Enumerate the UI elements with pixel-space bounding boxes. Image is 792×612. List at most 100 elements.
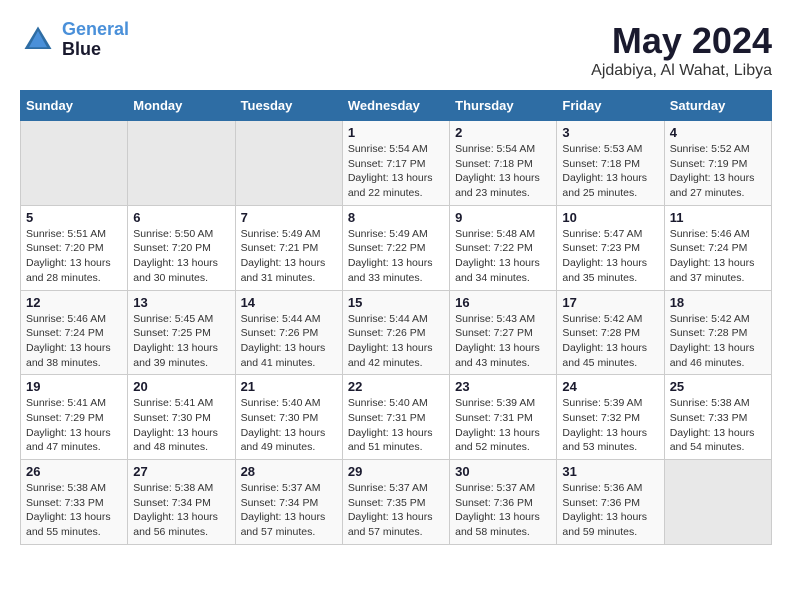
calendar-cell: 13 Sunrise: 5:45 AMSunset: 7:25 PMDayligh… [128, 290, 235, 375]
calendar-cell: 8Sunrise: 5:49 AMSunset: 7:22 PMDaylight… [342, 205, 449, 290]
calendar-cell: 21 Sunrise: 5:40 AMSunset: 7:30 PMDayligh… [235, 375, 342, 460]
day-info: Sunrise: 5:40 AMSunset: 7:31 PMDaylight:… [348, 396, 444, 455]
calendar-cell: 20Sunrise: 5:41 AMSunset: 7:30 PMDayligh… [128, 375, 235, 460]
day-number: 18 [670, 295, 766, 310]
day-info: Sunrise: 5:54 AMSunset: 7:18 PMDaylight:… [455, 142, 551, 201]
day-info: Sunrise: 5:40 AMSunset: 7:30 PMDaylight:… [241, 396, 337, 455]
day-info: Sunrise: 5:44 AMSunset: 7:26 PMDaylight:… [241, 312, 337, 371]
calendar-cell: 16Sunrise: 5:43 AMSunset: 7:27 PMDayligh… [450, 290, 557, 375]
day-number: 11 [670, 210, 766, 225]
logo: General Blue [20, 20, 129, 60]
day-number: 27 [133, 464, 229, 479]
calendar-header-row: SundayMondayTuesdayWednesdayThursdayFrid… [21, 91, 772, 121]
day-number: 17 [562, 295, 658, 310]
calendar-cell: 9 Sunrise: 5:48 AMSunset: 7:22 PMDaylight… [450, 205, 557, 290]
calendar-cell: 30 Sunrise: 5:37 AMSunset: 7:36 PMDayligh… [450, 460, 557, 545]
day-info: Sunrise: 5:51 AMSunset: 7:20 PMDaylight:… [26, 227, 122, 286]
day-info: Sunrise: 5:54 AMSunset: 7:17 PMDaylight:… [348, 142, 444, 201]
calendar-cell: 1 Sunrise: 5:54 AMSunset: 7:17 PMDaylight… [342, 121, 449, 206]
day-number: 13 [133, 295, 229, 310]
calendar-cell [664, 460, 771, 545]
day-number: 24 [562, 379, 658, 394]
day-info: Sunrise: 5:44 AMSunset: 7:26 PMDaylight:… [348, 312, 444, 371]
day-info: Sunrise: 5:38 AMSunset: 7:34 PMDaylight:… [133, 481, 229, 540]
calendar-cell: 7 Sunrise: 5:49 AMSunset: 7:21 PMDaylight… [235, 205, 342, 290]
day-info: Sunrise: 5:49 AMSunset: 7:22 PMDaylight:… [348, 227, 444, 286]
calendar-week-3: 12 Sunrise: 5:46 AMSunset: 7:24 PMDayligh… [21, 290, 772, 375]
day-number: 19 [26, 379, 122, 394]
calendar-cell: 18Sunrise: 5:42 AMSunset: 7:28 PMDayligh… [664, 290, 771, 375]
day-info: Sunrise: 5:36 AMSunset: 7:36 PMDaylight:… [562, 481, 658, 540]
title-block: May 2024 Ajdabiya, Al Wahat, Libya [591, 20, 772, 80]
calendar-week-2: 5Sunrise: 5:51 AMSunset: 7:20 PMDaylight… [21, 205, 772, 290]
day-number: 12 [26, 295, 122, 310]
day-header-monday: Monday [128, 91, 235, 121]
calendar-cell: 31 Sunrise: 5:36 AMSunset: 7:36 PMDayligh… [557, 460, 664, 545]
calendar-cell: 29Sunrise: 5:37 AMSunset: 7:35 PMDayligh… [342, 460, 449, 545]
day-number: 7 [241, 210, 337, 225]
day-number: 10 [562, 210, 658, 225]
day-number: 1 [348, 125, 444, 140]
day-info: Sunrise: 5:38 AMSunset: 7:33 PMDaylight:… [670, 396, 766, 455]
day-info: Sunrise: 5:39 AMSunset: 7:31 PMDaylight:… [455, 396, 551, 455]
calendar-cell: 12 Sunrise: 5:46 AMSunset: 7:24 PMDayligh… [21, 290, 128, 375]
day-info: Sunrise: 5:38 AMSunset: 7:33 PMDaylight:… [26, 481, 122, 540]
calendar-cell: 10Sunrise: 5:47 AMSunset: 7:23 PMDayligh… [557, 205, 664, 290]
day-info: Sunrise: 5:42 AMSunset: 7:28 PMDaylight:… [562, 312, 658, 371]
day-number: 30 [455, 464, 551, 479]
calendar-cell: 4 Sunrise: 5:52 AMSunset: 7:19 PMDaylight… [664, 121, 771, 206]
day-number: 31 [562, 464, 658, 479]
day-info: Sunrise: 5:46 AMSunset: 7:24 PMDaylight:… [26, 312, 122, 371]
calendar-cell: 15Sunrise: 5:44 AMSunset: 7:26 PMDayligh… [342, 290, 449, 375]
day-info: Sunrise: 5:43 AMSunset: 7:27 PMDaylight:… [455, 312, 551, 371]
day-info: Sunrise: 5:37 AMSunset: 7:35 PMDaylight:… [348, 481, 444, 540]
day-info: Sunrise: 5:37 AMSunset: 7:36 PMDaylight:… [455, 481, 551, 540]
day-number: 21 [241, 379, 337, 394]
day-info: Sunrise: 5:50 AMSunset: 7:20 PMDaylight:… [133, 227, 229, 286]
day-number: 4 [670, 125, 766, 140]
calendar-cell [21, 121, 128, 206]
calendar-week-5: 26Sunrise: 5:38 AMSunset: 7:33 PMDayligh… [21, 460, 772, 545]
main-title: May 2024 [591, 20, 772, 62]
day-header-tuesday: Tuesday [235, 91, 342, 121]
day-number: 9 [455, 210, 551, 225]
day-info: Sunrise: 5:53 AMSunset: 7:18 PMDaylight:… [562, 142, 658, 201]
calendar-cell: 25Sunrise: 5:38 AMSunset: 7:33 PMDayligh… [664, 375, 771, 460]
calendar-cell: 22 Sunrise: 5:40 AMSunset: 7:31 PMDayligh… [342, 375, 449, 460]
calendar-cell: 14 Sunrise: 5:44 AMSunset: 7:26 PMDayligh… [235, 290, 342, 375]
day-number: 28 [241, 464, 337, 479]
calendar-cell: 27 Sunrise: 5:38 AMSunset: 7:34 PMDayligh… [128, 460, 235, 545]
calendar-cell: 6Sunrise: 5:50 AMSunset: 7:20 PMDaylight… [128, 205, 235, 290]
calendar-cell: 19Sunrise: 5:41 AMSunset: 7:29 PMDayligh… [21, 375, 128, 460]
calendar-cell: 26Sunrise: 5:38 AMSunset: 7:33 PMDayligh… [21, 460, 128, 545]
day-info: Sunrise: 5:49 AMSunset: 7:21 PMDaylight:… [241, 227, 337, 286]
calendar-cell: 11 Sunrise: 5:46 AMSunset: 7:24 PMDayligh… [664, 205, 771, 290]
day-number: 14 [241, 295, 337, 310]
day-header-wednesday: Wednesday [342, 91, 449, 121]
calendar-cell: 3 Sunrise: 5:53 AMSunset: 7:18 PMDaylight… [557, 121, 664, 206]
calendar-cell: 2Sunrise: 5:54 AMSunset: 7:18 PMDaylight… [450, 121, 557, 206]
day-info: Sunrise: 5:52 AMSunset: 7:19 PMDaylight:… [670, 142, 766, 201]
logo-text: General Blue [62, 20, 129, 60]
calendar-cell [128, 121, 235, 206]
day-number: 3 [562, 125, 658, 140]
day-info: Sunrise: 5:48 AMSunset: 7:22 PMDaylight:… [455, 227, 551, 286]
day-info: Sunrise: 5:45 AMSunset: 7:25 PMDaylight:… [133, 312, 229, 371]
day-number: 23 [455, 379, 551, 394]
calendar-table: SundayMondayTuesdayWednesdayThursdayFrid… [20, 90, 772, 545]
logo-icon [20, 22, 56, 58]
calendar-cell: 24 Sunrise: 5:39 AMSunset: 7:32 PMDayligh… [557, 375, 664, 460]
calendar-cell: 5Sunrise: 5:51 AMSunset: 7:20 PMDaylight… [21, 205, 128, 290]
page-header: General Blue May 2024 Ajdabiya, Al Wahat… [20, 20, 772, 80]
day-info: Sunrise: 5:46 AMSunset: 7:24 PMDaylight:… [670, 227, 766, 286]
calendar-cell: 28Sunrise: 5:37 AMSunset: 7:34 PMDayligh… [235, 460, 342, 545]
day-header-thursday: Thursday [450, 91, 557, 121]
day-number: 22 [348, 379, 444, 394]
day-header-sunday: Sunday [21, 91, 128, 121]
day-header-friday: Friday [557, 91, 664, 121]
day-header-saturday: Saturday [664, 91, 771, 121]
day-info: Sunrise: 5:39 AMSunset: 7:32 PMDaylight:… [562, 396, 658, 455]
day-number: 20 [133, 379, 229, 394]
subtitle: Ajdabiya, Al Wahat, Libya [591, 62, 772, 80]
calendar-cell: 23 Sunrise: 5:39 AMSunset: 7:31 PMDayligh… [450, 375, 557, 460]
